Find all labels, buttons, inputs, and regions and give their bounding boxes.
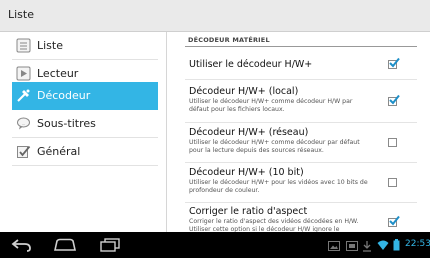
pref-checkbox[interactable] xyxy=(388,138,397,147)
sidebar-item-label: Lecteur xyxy=(37,67,79,80)
download-icon xyxy=(363,241,371,252)
sidebar-item-label: Liste xyxy=(37,39,63,52)
sidebar-item-general[interactable]: Général xyxy=(12,138,158,166)
pref-hw-decoder-10bit[interactable]: Décodeur H/W+ (10 bit) Utiliser le décod… xyxy=(185,163,417,203)
sidebar: Liste Lecteur Décodeur ... Sous-titres G… xyxy=(0,32,166,232)
pref-checkbox[interactable] xyxy=(388,178,397,187)
app-title: Liste xyxy=(8,8,34,21)
settings-panel: DÉCODEUR MATÉRIEL Utiliser le décodeur H… xyxy=(167,32,430,232)
pref-title: Décodeur H/W+ (réseau) xyxy=(189,127,309,138)
check-icon xyxy=(389,57,400,68)
pref-summary: Utiliser le décodeur H/W+ comme décodeur… xyxy=(189,139,360,154)
pref-hw-decoder[interactable]: Utiliser le décodeur H/W+ xyxy=(185,48,417,80)
check-icon xyxy=(389,215,400,226)
pref-summary: Utiliser le décodeur H/W+ comme décodeur… xyxy=(189,98,353,113)
action-bar: Liste xyxy=(0,0,430,32)
pref-checkbox[interactable] xyxy=(388,215,400,227)
pref-title: Décodeur H/W+ (10 bit) xyxy=(189,167,304,178)
system-navigation-bar xyxy=(0,232,430,258)
sidebar-item-decodeur[interactable]: Décodeur xyxy=(12,82,158,110)
sidebar-item-label: Général xyxy=(37,145,81,158)
back-icon[interactable] xyxy=(10,237,34,253)
pref-hw-decoder-local[interactable]: Décodeur H/W+ (local) Utiliser le décode… xyxy=(185,80,417,123)
pref-checkbox[interactable] xyxy=(388,94,400,106)
general-icon xyxy=(17,145,31,158)
pref-title: Décodeur H/W+ (local) xyxy=(189,86,299,97)
pref-title: Utiliser le décodeur H/W+ xyxy=(189,59,313,70)
recent-apps-icon[interactable] xyxy=(98,237,122,253)
sidebar-item-label: Décodeur xyxy=(37,89,91,102)
battery-icon xyxy=(393,239,400,251)
wifi-icon xyxy=(377,240,389,250)
sidebar-item-sous-titres[interactable]: ... Sous-titres xyxy=(12,110,158,138)
pref-hw-decoder-network[interactable]: Décodeur H/W+ (réseau) Utiliser le décod… xyxy=(185,123,417,163)
pref-aspect-ratio[interactable]: Corriger le ratio d'aspect Corriger le r… xyxy=(185,203,417,232)
check-icon xyxy=(389,94,400,105)
sidebar-item-liste[interactable]: Liste xyxy=(12,32,158,60)
pref-checkbox[interactable] xyxy=(388,57,400,69)
decoder-icon xyxy=(17,89,30,102)
status-clock: 22:53 xyxy=(405,239,430,249)
pref-summary: Utiliser le décodeur H/W+ pour les vidéo… xyxy=(189,179,368,194)
player-icon xyxy=(16,66,31,81)
pref-summary: Corriger le ratio d'aspect des vidéos dé… xyxy=(189,218,359,232)
svg-text:...: ... xyxy=(22,120,26,125)
list-icon xyxy=(16,38,31,53)
pref-title: Corriger le ratio d'aspect xyxy=(189,206,308,217)
subtitles-icon: ... xyxy=(17,117,30,130)
section-divider xyxy=(185,46,417,47)
gallery-icon xyxy=(328,241,340,251)
screenshot-icon xyxy=(346,241,358,251)
section-header: DÉCODEUR MATÉRIEL xyxy=(188,36,270,44)
home-icon[interactable] xyxy=(52,237,78,253)
sidebar-item-label: Sous-titres xyxy=(37,117,96,130)
